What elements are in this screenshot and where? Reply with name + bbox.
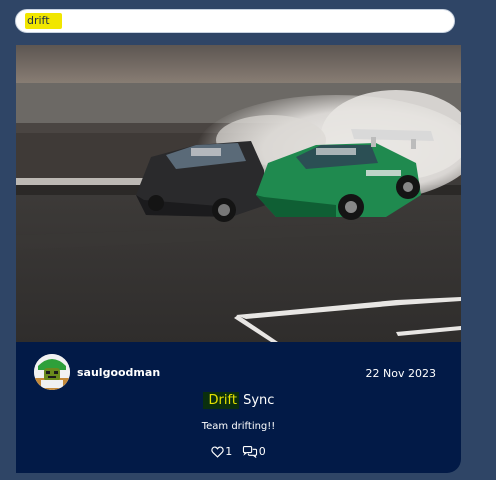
post-title-highlight: Drift: [202, 392, 239, 409]
avatar-character-icon: [34, 354, 70, 390]
comments-button[interactable]: 0: [242, 445, 266, 458]
search-bar[interactable]: drift: [15, 9, 455, 33]
like-button[interactable]: 1: [211, 445, 232, 458]
post-title-rest: Sync: [238, 393, 275, 408]
post-description: Team drifting!!: [201, 421, 276, 432]
comment-count: 0: [258, 445, 266, 458]
post-title[interactable]: Drift Sync: [16, 392, 461, 409]
post-footer: saulgoodman 22 Nov 2023 Drift Sync Team …: [16, 342, 461, 473]
post-image[interactable]: [16, 45, 461, 342]
like-count: 1: [225, 445, 233, 458]
avatar[interactable]: [34, 354, 70, 390]
post-date: 22 Nov 2023: [365, 367, 436, 380]
search-input[interactable]: [16, 10, 454, 32]
comments-icon: [242, 445, 257, 458]
post-author[interactable]: saulgoodman: [77, 366, 160, 379]
heart-icon: [211, 446, 224, 458]
post-stats: 1 0: [16, 445, 461, 461]
post-card[interactable]: saulgoodman 22 Nov 2023 Drift Sync Team …: [16, 45, 461, 473]
